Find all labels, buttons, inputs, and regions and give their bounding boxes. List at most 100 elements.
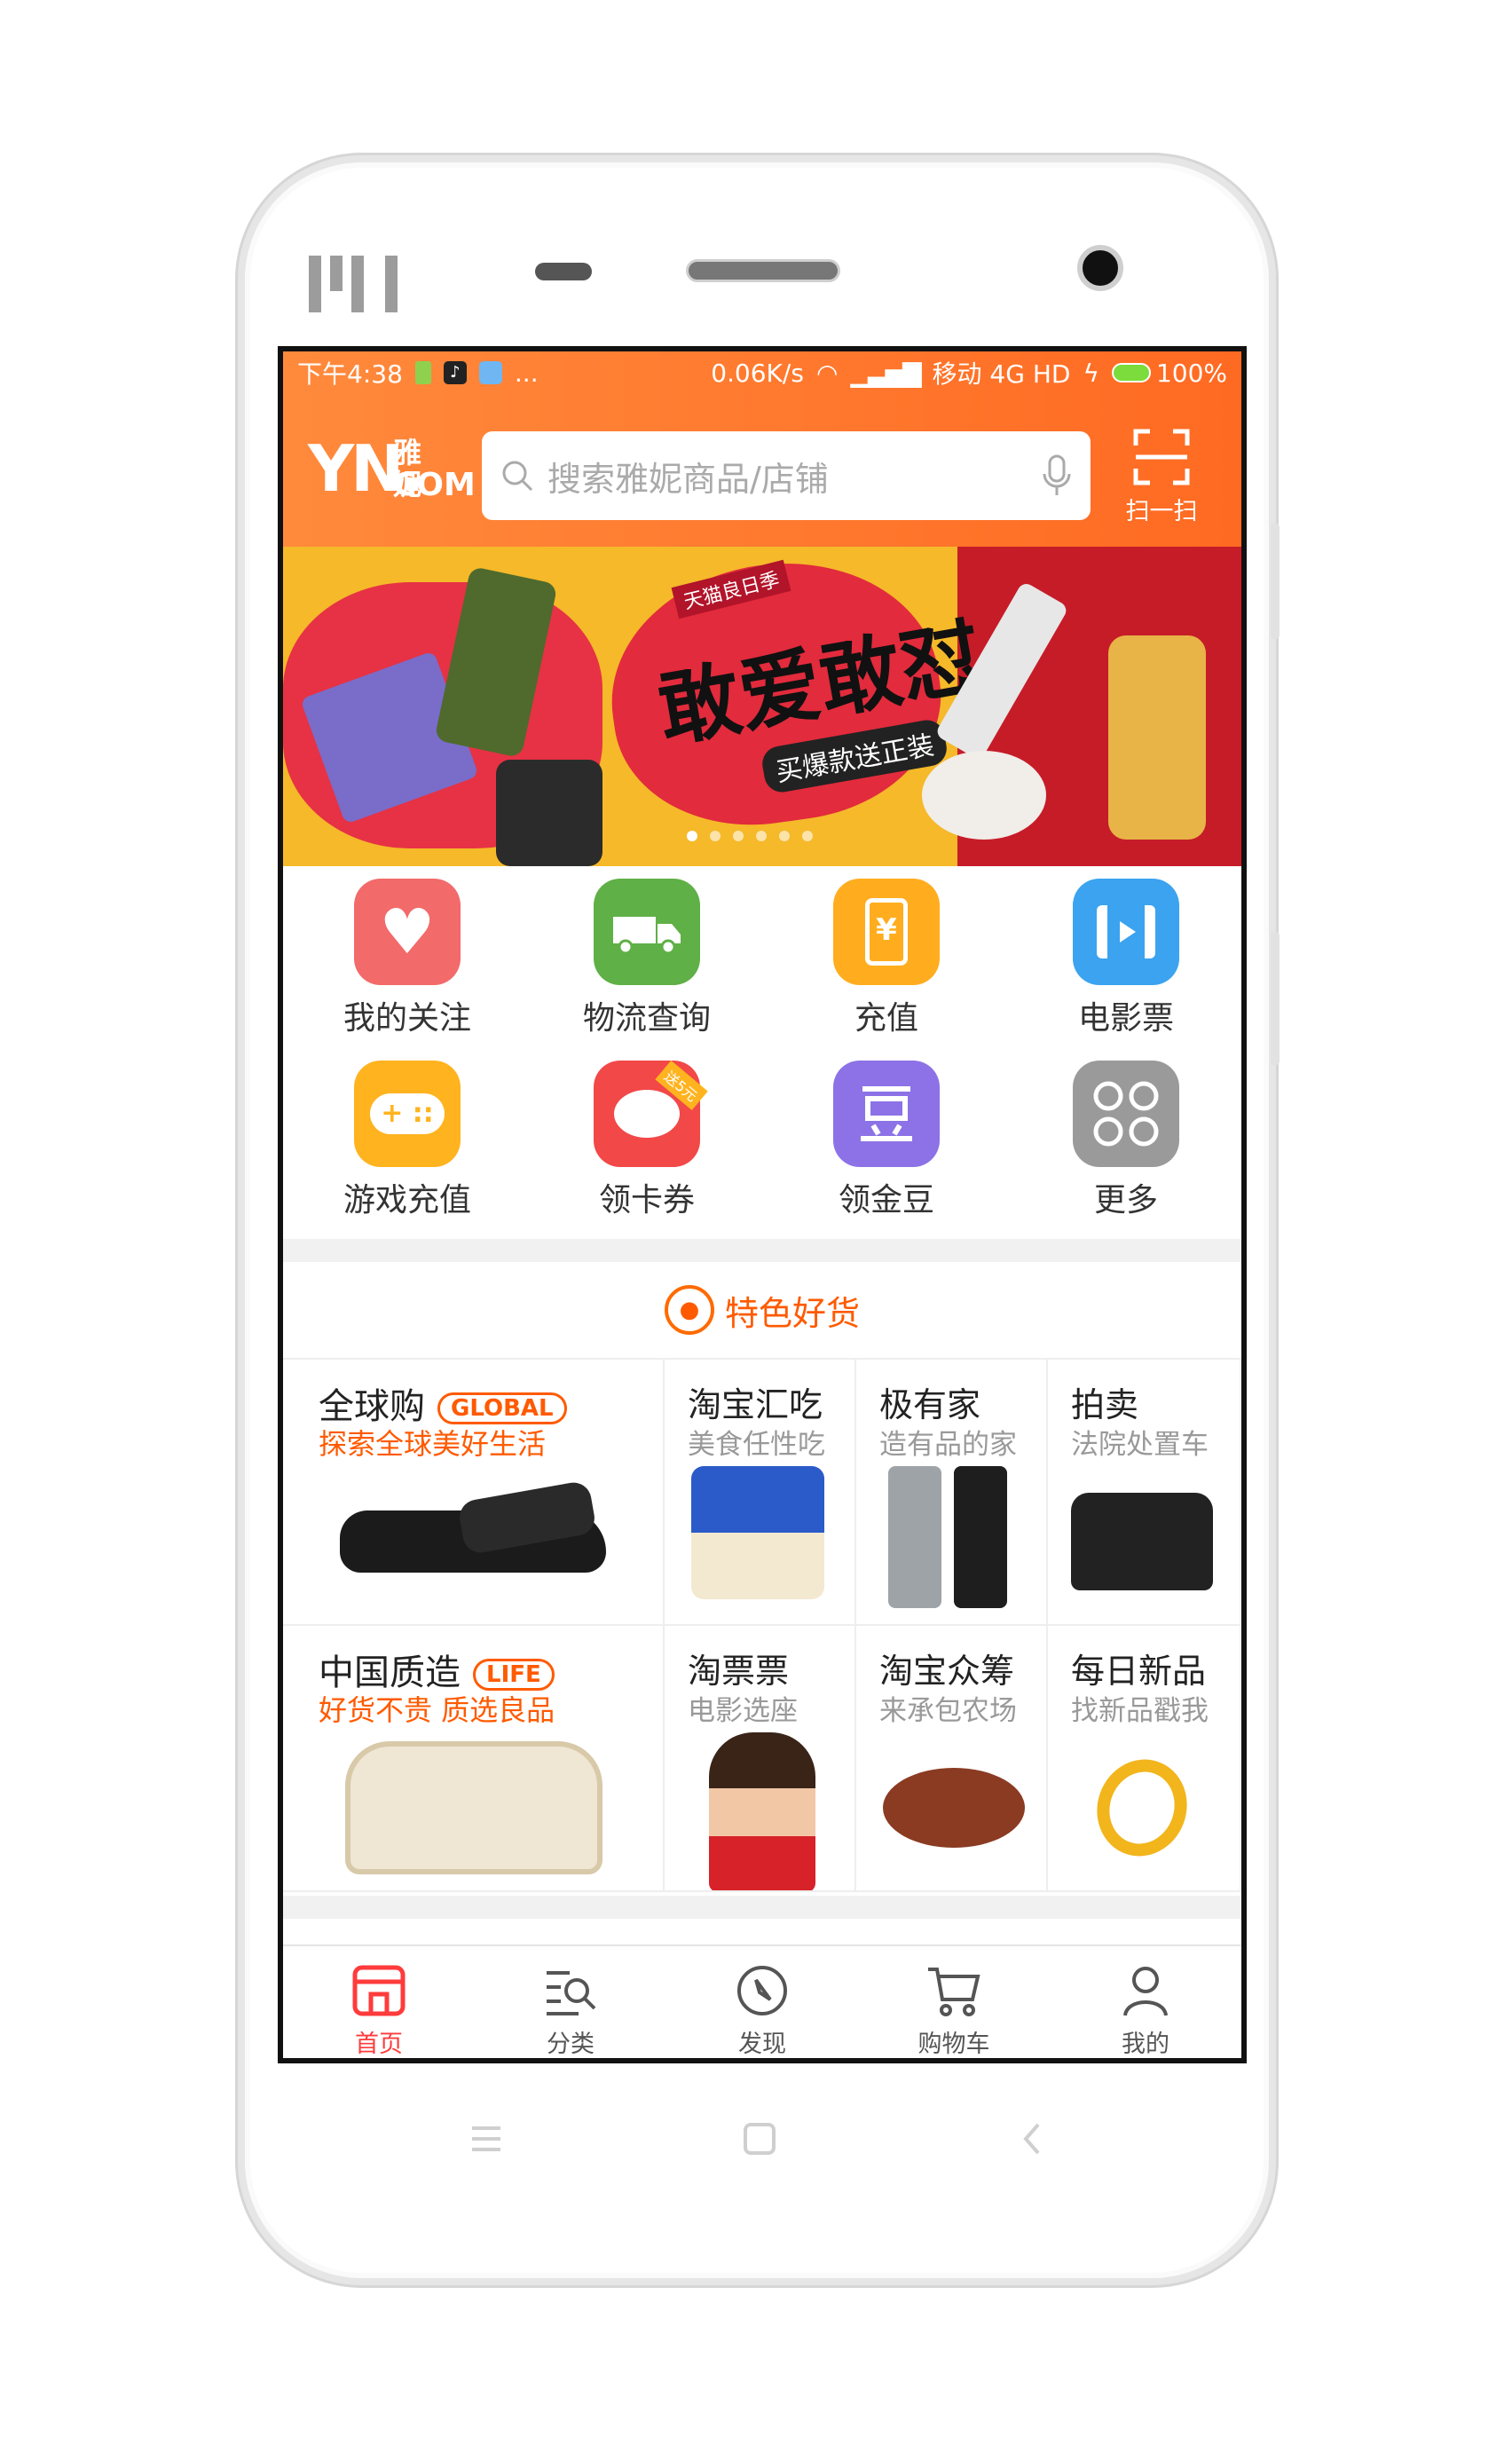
user-icon <box>1123 1967 1168 2016</box>
scan-label: 扫一扫 <box>1125 498 1198 525</box>
app-screen: 下午4:38 ♪ ... 0.06K/s ◠ ▁▃▅▇ 移动 4G HD ϟ 1… <box>278 346 1247 2063</box>
gold-ring-image <box>1083 1747 1201 1869</box>
feature-subtitle: 法院处置车 <box>1071 1429 1209 1461</box>
quick-link-logistics[interactable]: 物流查询 <box>527 866 767 1044</box>
tab-label: 首页 <box>355 2031 403 2058</box>
feature-subtitle: 找新品戳我 <box>1071 1695 1209 1727</box>
wifi-icon: ◠ <box>815 358 839 388</box>
quick-link-game[interactable]: + :: 游戏充值 <box>287 1048 527 1226</box>
cushion-compact-image <box>922 751 1046 840</box>
feature-tickets[interactable]: 淘票票 电影选座 <box>665 1626 856 1892</box>
feature-crowd[interactable]: 淘宝众筹 来承包农场 <box>856 1626 1048 1892</box>
feature-title: 每日新品 <box>1071 1652 1207 1691</box>
pager-dot[interactable] <box>779 831 790 841</box>
black-case-image <box>496 760 602 866</box>
search-placeholder: 搜索雅妮商品/店铺 <box>547 459 829 499</box>
home-key-icon[interactable] <box>742 2112 777 2165</box>
carrier-label: 移动 4G HD <box>932 359 1071 389</box>
mi-logo <box>309 256 398 312</box>
feature-auction[interactable]: 拍卖 法院处置车 <box>1048 1360 1241 1626</box>
quick-link-label: 领卡券 <box>598 1182 695 1219</box>
quick-link-label: 游戏充值 <box>343 1182 471 1219</box>
quick-link-label: 领金豆 <box>838 1182 934 1219</box>
quick-link-label: 我的关注 <box>343 1000 471 1037</box>
microphone-icon[interactable] <box>1041 454 1073 497</box>
feature-subtitle: 探索全球美好生活 <box>319 1427 547 1461</box>
steak-image <box>883 1768 1025 1848</box>
tab-profile[interactable]: 我的 <box>1050 1946 1241 2058</box>
tab-label: 购物车 <box>917 2031 990 2058</box>
feature-subtitle: 电影选座 <box>688 1695 798 1727</box>
section-divider <box>283 1239 1241 1262</box>
tab-cart[interactable]: 购物车 <box>858 1946 1050 2058</box>
bottom-tab-bar: 首页 分类 发现 购物车 我的 <box>283 1944 1241 2058</box>
battery-saver-icon <box>414 361 431 384</box>
logo-com: COM <box>393 467 476 503</box>
snack-pack-image <box>691 1466 824 1599</box>
scan-button[interactable]: 扫一扫 <box>1114 428 1209 526</box>
section-divider <box>283 1896 1241 1919</box>
battery-level: 100% <box>1155 358 1227 388</box>
feature-home[interactable]: 极有家 造有品的家 <box>856 1360 1048 1626</box>
section-title: 特色好货 <box>724 1293 860 1333</box>
section-header: ● 特色好货 <box>283 1262 1241 1360</box>
top-bar: 下午4:38 ♪ ... 0.06K/s ◠ ▁▃▅▇ 移动 4G HD ϟ 1… <box>283 351 1241 547</box>
power-button <box>1271 932 1280 1065</box>
feature-subtitle: 好货不贵 质选良品 <box>319 1693 555 1727</box>
film-icon <box>1073 879 1179 985</box>
tab-label: 我的 <box>1122 2031 1169 2058</box>
phone-recharge-icon: ¥ <box>833 879 940 985</box>
feature-subtitle: 美食任性吃 <box>688 1429 825 1461</box>
feature-title: 拍卖 <box>1071 1385 1139 1424</box>
actress-image <box>709 1732 815 1890</box>
message-icon <box>478 361 502 384</box>
tab-label: 发现 <box>738 2031 786 2058</box>
volume-button <box>1271 524 1280 639</box>
quick-link-recharge[interactable]: ¥ 充值 <box>767 866 1006 1044</box>
app-logo[interactable]: YN. 雅妮 COM <box>308 437 476 502</box>
pager-dot[interactable] <box>687 831 697 841</box>
promo-banner[interactable]: 天猫良日季 敢爱敢怼 买爆款送正装 <box>283 547 1241 866</box>
pager-dot[interactable] <box>710 831 721 841</box>
menu-key-icon[interactable] <box>469 2112 504 2165</box>
home-store-icon <box>352 1965 406 2016</box>
heart-icon: ♥ <box>354 879 461 985</box>
sofa-image <box>345 1741 602 1874</box>
quick-link-label: 充值 <box>854 1000 918 1037</box>
tiktok-icon: ♪ <box>443 361 467 384</box>
quick-link-label: 物流查询 <box>582 1000 711 1037</box>
scan-icon <box>1133 429 1190 485</box>
tab-discover[interactable]: 发现 <box>666 1946 858 2058</box>
feature-daily[interactable]: 每日新品 找新品戳我 <box>1048 1626 1241 1892</box>
feature-food[interactable]: 淘宝汇吃 美食任性吃 <box>665 1360 856 1626</box>
piggy-bank-icon: 送5元 <box>594 1060 708 1167</box>
quick-link-follow[interactable]: ♥ 我的关注 <box>287 866 527 1044</box>
quick-link-more[interactable]: 更多 <box>1006 1048 1241 1226</box>
feature-subtitle: 造有品的家 <box>879 1429 1017 1461</box>
quick-link-beans[interactable]: 领金豆 <box>767 1048 1006 1226</box>
search-box[interactable]: 搜索雅妮商品/店铺 <box>482 431 1091 520</box>
status-time: 下午4:38 <box>297 359 403 389</box>
pager-dot[interactable] <box>756 831 767 841</box>
truck-icon <box>594 879 700 985</box>
signal-icon: ▁▃▅▇ <box>850 358 921 388</box>
cart-icon <box>928 1968 980 2016</box>
quick-link-label: 电影票 <box>1077 1000 1174 1037</box>
feature-title: 淘宝众筹 <box>879 1652 1015 1691</box>
feature-global[interactable]: 全球购 GLOBAL 探索全球美好生活 <box>283 1360 665 1626</box>
feature-subtitle: 来承包农场 <box>879 1695 1017 1727</box>
pager-dot[interactable] <box>733 831 744 841</box>
tab-home[interactable]: 首页 <box>283 1946 475 2058</box>
sensor-slot <box>535 263 592 280</box>
status-bar: 下午4:38 ♪ ... 0.06K/s ◠ ▁▃▅▇ 移动 4G HD ϟ 1… <box>283 351 1241 394</box>
quick-link-movie[interactable]: 电影票 <box>1006 866 1241 1044</box>
quick-link-coupon[interactable]: 送5元 领卡券 <box>527 1048 767 1226</box>
tab-category[interactable]: 分类 <box>475 1946 666 2058</box>
quick-links-grid: ♥ 我的关注 物流查询 ¥ 充值 电影票 + :: 游戏充值 送5元 领卡券 领… <box>283 866 1241 1239</box>
feature-china[interactable]: 中国质造 LIFE 好货不贵 质选良品 <box>283 1626 665 1892</box>
back-key-icon[interactable] <box>1015 2112 1051 2165</box>
pager-dot[interactable] <box>802 831 813 841</box>
door-lock-image <box>888 1466 941 1608</box>
lightbulb-icon: ● <box>664 1285 714 1335</box>
category-search-icon <box>547 1971 596 2015</box>
